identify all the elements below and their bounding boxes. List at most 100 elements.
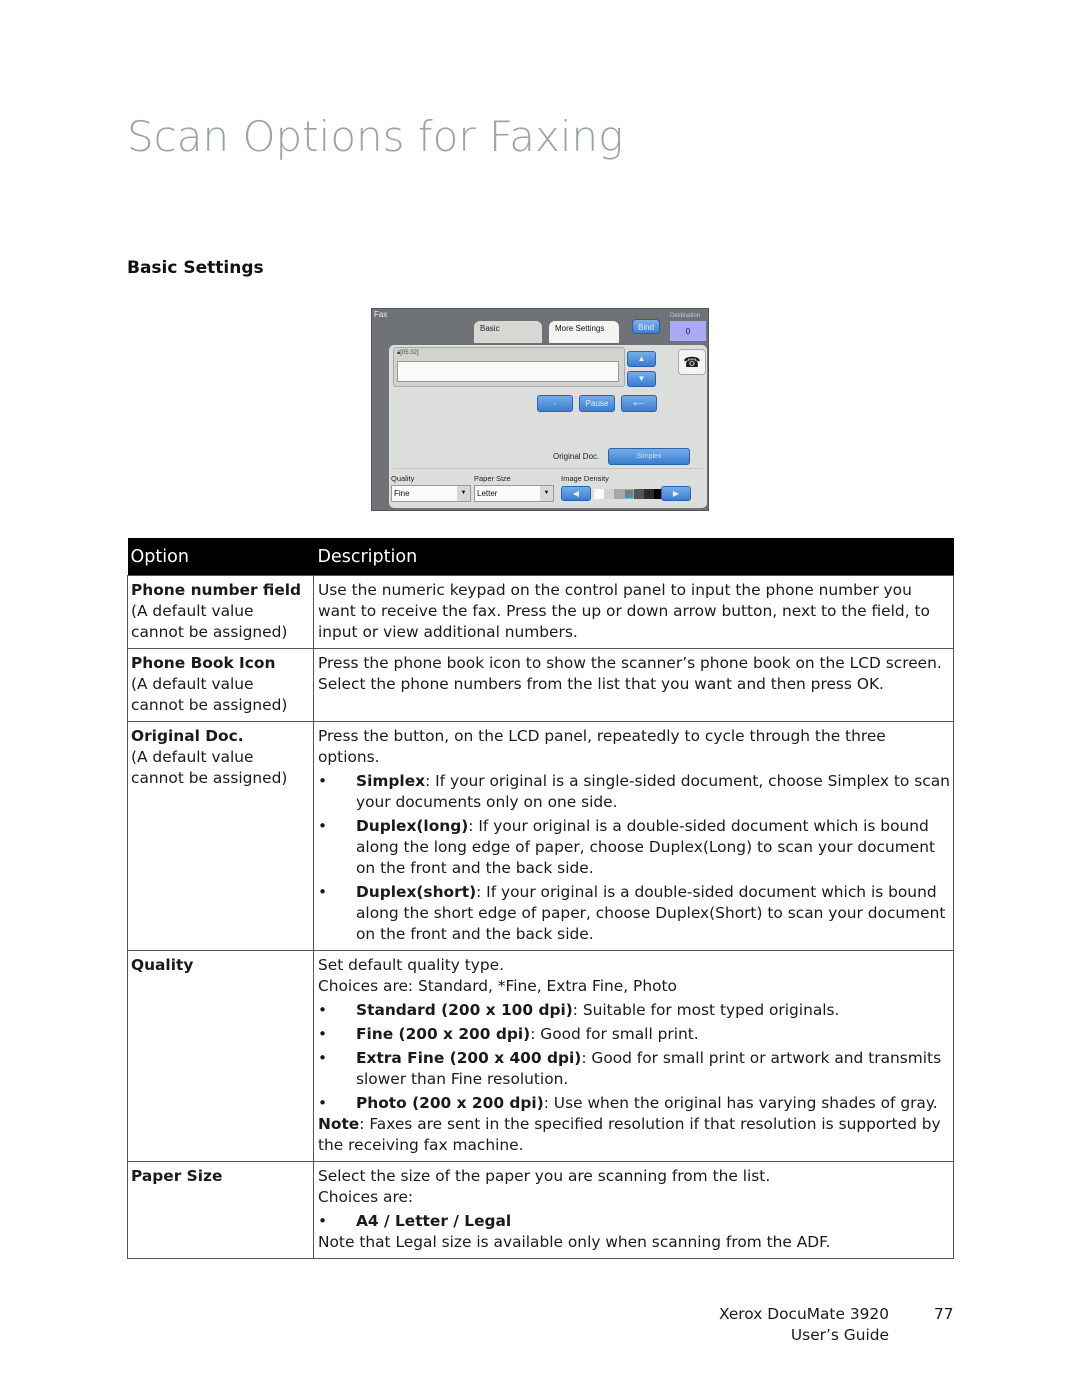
density-swatch[interactable] (614, 489, 624, 499)
bullet-item: • A4 / Letter / Legal (318, 1211, 950, 1232)
lcd-image-density-scale[interactable] (594, 489, 664, 499)
table-row: Paper Size Select the size of the paper … (127, 1161, 954, 1259)
bullet-item: • Simplex: If your original is a single-… (318, 771, 950, 813)
bullet-item: • Duplex(long): If your original is a do… (318, 816, 950, 879)
option-note: (A default value cannot be assigned) (131, 675, 288, 714)
bullet-icon: • (318, 1001, 328, 1019)
lcd-destination-count: 0 (670, 321, 706, 341)
density-swatch[interactable] (604, 489, 614, 499)
density-swatch[interactable] (634, 489, 644, 499)
header-description: Description (313, 538, 954, 576)
bullet-term: Photo (200 x 200 dpi) (356, 1094, 544, 1112)
option-note: (A default value cannot be assigned) (131, 748, 288, 787)
bullet-term: Standard (200 x 100 dpi) (356, 1001, 573, 1019)
lcd-quality-value: Fine (394, 489, 410, 498)
bullet-item: • Photo (200 x 200 dpi): Use when the or… (318, 1093, 950, 1114)
lcd-panel: 🔒︎[05:32] ▲ ▼ ☎ - Pause ⟵ Original Doc. … (389, 345, 707, 508)
density-swatch[interactable] (624, 489, 634, 499)
description-text: Press the phone book icon to show the sc… (318, 654, 942, 693)
lcd-quality-select[interactable]: Fine ▼ (391, 485, 471, 502)
note-text: : Faxes are sent in the specified resolu… (318, 1115, 941, 1154)
lcd-backspace-button[interactable]: ⟵ (621, 395, 657, 412)
description-cell: Use the numeric keypad on the control pa… (313, 575, 954, 649)
note-label: Note (318, 1115, 360, 1133)
lcd-app-label: Fax (374, 310, 388, 319)
option-name: Phone Book Icon (131, 654, 276, 672)
density-swatch[interactable] (594, 489, 604, 499)
option-cell: Quality (127, 950, 314, 1162)
page-title: Scan Options for Faxing (127, 112, 624, 161)
bullet-item: • Fine (200 x 200 dpi): Good for small p… (318, 1024, 950, 1045)
option-cell: Paper Size (127, 1161, 314, 1259)
lcd-density-decrease-button[interactable]: ◀ (561, 486, 591, 501)
option-name: Phone number field (131, 581, 302, 599)
lcd-bind-button[interactable]: Bind (632, 319, 660, 334)
table-row: Quality Set default quality type. Choice… (127, 950, 954, 1162)
description-choices: Choices are: Standard, *Fine, Extra Fine… (318, 977, 677, 995)
option-note: (A default value cannot be assigned) (131, 602, 288, 641)
lcd-original-doc-button[interactable]: Simplex (608, 448, 690, 465)
description-cell: Select the size of the paper you are sca… (313, 1161, 954, 1259)
lcd-phonebook-button[interactable]: ☎ (678, 349, 706, 375)
option-cell: Phone Book Icon (A default value cannot … (127, 648, 314, 722)
bullet-term: Extra Fine (200 x 400 dpi) (356, 1049, 582, 1067)
footer-product: Xerox DocuMate 3920 (718, 1305, 889, 1323)
option-cell: Original Doc. (A default value cannot be… (127, 721, 314, 951)
description-cell: Press the phone book icon to show the sc… (313, 648, 954, 722)
description-outro: Note that Legal size is available only w… (318, 1233, 831, 1251)
telephone-icon: ☎ (683, 354, 701, 370)
lcd-up-button[interactable]: ▲ (627, 351, 656, 367)
table-row: Phone number field (A default value cann… (127, 575, 954, 649)
lcd-dash-button[interactable]: - (537, 395, 573, 412)
bullet-icon: • (318, 1025, 328, 1043)
description-choices: Choices are: (318, 1188, 414, 1206)
description-text: Use the numeric keypad on the control pa… (318, 581, 930, 641)
bullet-term: Simplex (356, 772, 426, 790)
table-row: Original Doc. (A default value cannot be… (127, 721, 954, 951)
footer-page-number: 77 (934, 1305, 954, 1323)
dropdown-arrow-icon: ▼ (457, 486, 470, 501)
bullet-icon: • (318, 817, 328, 835)
lcd-density-increase-button[interactable]: ▶ (661, 486, 691, 501)
bullet-term: A4 / Letter / Legal (356, 1212, 512, 1230)
right-triangle-icon: ▶ (672, 489, 680, 498)
bullet-term: Duplex(short) (356, 883, 477, 901)
bullet-text: : Suitable for most typed originals. (572, 1001, 840, 1019)
bullet-item: • Duplex(short): If your original is a d… (318, 882, 950, 945)
lcd-divider (393, 468, 703, 469)
left-triangle-icon: ◀ (572, 489, 580, 498)
lcd-tab-basic[interactable]: Basic (474, 321, 542, 343)
table-header-row: Option Description (127, 538, 954, 576)
option-name: Original Doc. (131, 727, 244, 745)
density-swatch[interactable] (644, 489, 654, 499)
bullet-icon: • (318, 1049, 328, 1067)
bullet-text: : If your original is a single-sided doc… (356, 772, 950, 811)
lcd-image-density-label: Image Density (561, 474, 609, 483)
description-text: Set default quality type. (318, 956, 505, 974)
bullet-term: Fine (200 x 200 dpi) (356, 1025, 531, 1043)
options-table: Option Description Phone number field (A… (127, 538, 954, 1259)
description-cell: Press the button, on the LCD panel, repe… (313, 721, 954, 951)
lcd-tab-more-settings[interactable]: More Settings (549, 321, 619, 343)
option-name: Paper Size (131, 1167, 223, 1185)
bullet-text: : Use when the original has varying shad… (543, 1094, 938, 1112)
option-name: Quality (131, 956, 194, 974)
lcd-pause-button[interactable]: Pause (579, 395, 615, 412)
bullet-text: : Good for small print. (530, 1025, 699, 1043)
dropdown-arrow-icon: ▼ (540, 486, 553, 501)
up-arrow-icon: ▲ (637, 354, 646, 363)
lcd-number-frame: 🔒︎[05:32] (393, 347, 625, 387)
header-option: Option (127, 538, 314, 576)
lcd-destination-label: Destination (670, 313, 701, 319)
table-row: Phone Book Icon (A default value cannot … (127, 648, 954, 722)
lcd-paper-size-label: Paper Size (474, 474, 511, 483)
lcd-phone-number-field[interactable] (397, 361, 619, 382)
lcd-paper-size-select[interactable]: Letter ▼ (474, 485, 554, 502)
lcd-time: 🔒︎[05:32] (397, 350, 419, 356)
left-arrow-icon: ⟵ (633, 399, 645, 408)
description-text: Press the button, on the LCD panel, repe… (318, 727, 886, 766)
section-heading: Basic Settings (127, 258, 264, 278)
bullet-icon: • (318, 1212, 328, 1230)
bullet-icon: • (318, 772, 328, 790)
lcd-down-button[interactable]: ▼ (627, 371, 656, 387)
